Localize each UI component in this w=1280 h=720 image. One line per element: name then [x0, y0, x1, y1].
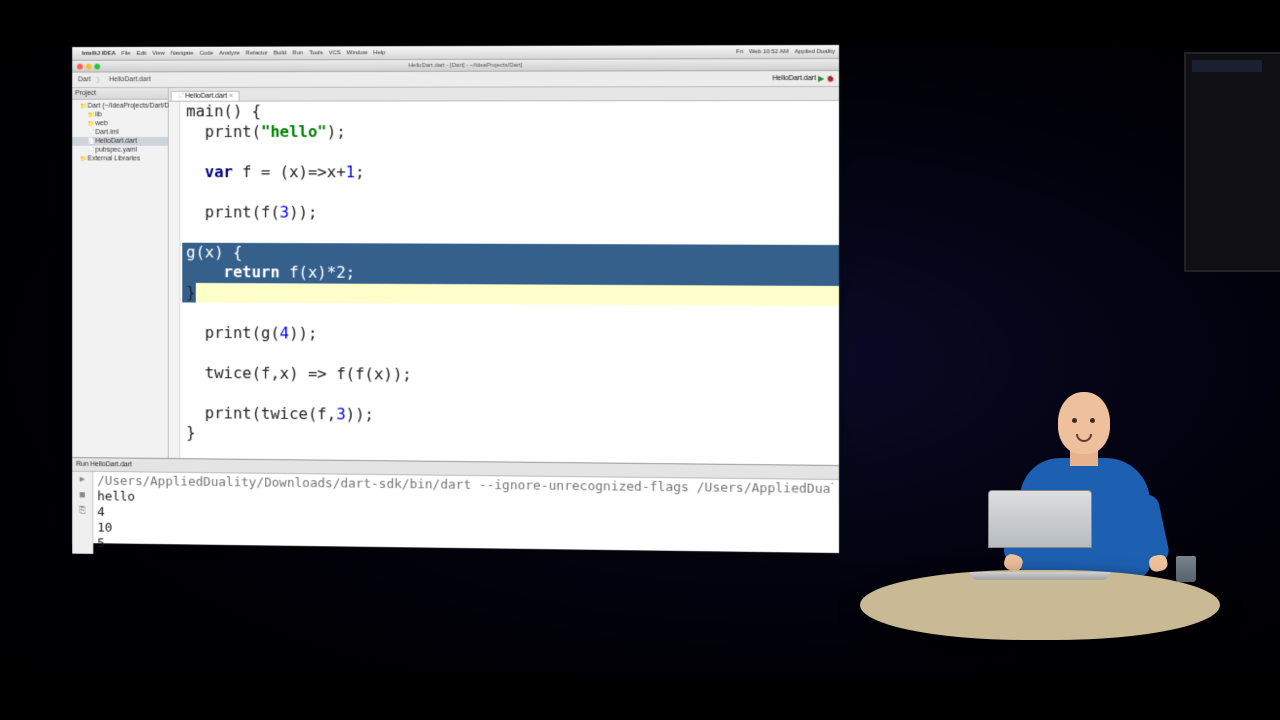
menu-refactor[interactable]: Refactor: [246, 50, 268, 56]
side-monitor: [1184, 52, 1280, 272]
pin-icon[interactable]: ⎘: [72, 503, 92, 519]
folder-icon: [88, 112, 96, 119]
tab-hellodart[interactable]: HelloDart.dart ×: [171, 91, 240, 101]
file-icon: [88, 129, 96, 136]
folder-icon: [80, 155, 88, 162]
desk: [860, 570, 1220, 640]
run-config-selector[interactable]: HelloDart.dart: [772, 75, 815, 82]
folder-icon: [88, 120, 96, 127]
menu-analyze[interactable]: Analyze: [219, 50, 240, 56]
menu-code[interactable]: Code: [199, 50, 213, 56]
project-panel-title: Project: [75, 90, 96, 97]
folder-icon: [80, 103, 88, 110]
run-panel-title: Run HelloDart.dart: [76, 457, 132, 473]
code-line[interactable]: g(x) {: [182, 242, 839, 265]
code-line[interactable]: [182, 222, 839, 244]
menu-view[interactable]: View: [152, 50, 164, 56]
navigation-bar[interactable]: Dart 〉 HelloDart.dart HelloDart.dart ▶ 🐞: [72, 71, 839, 88]
rerun-icon[interactable]: ▶: [72, 472, 92, 488]
code-line[interactable]: main() {: [182, 101, 839, 122]
menubar-day: Fri: [736, 49, 743, 55]
menu-tools[interactable]: Tools: [309, 50, 323, 56]
project-item-web[interactable]: web: [72, 119, 168, 128]
app-name[interactable]: IntelliJ IDEA: [82, 50, 116, 56]
close-icon[interactable]: [77, 63, 83, 69]
code-line[interactable]: print("hello");: [182, 122, 839, 142]
code-line[interactable]: [182, 182, 839, 204]
menubar-user: Applied Duality: [795, 49, 835, 55]
project-item-external-libraries[interactable]: External Libraries: [72, 154, 168, 163]
editor-tabs[interactable]: HelloDart.dart ×: [169, 87, 839, 102]
window-title: HelloDart.dart - [Dart] - ~/IdeaProjects…: [100, 62, 839, 70]
menu-vcs[interactable]: VCS: [329, 50, 341, 56]
breadcrumb-file[interactable]: HelloDart.dart: [107, 76, 153, 83]
window-controls[interactable]: [72, 63, 100, 69]
file-icon: [88, 147, 96, 154]
close-tab-icon[interactable]: ×: [229, 93, 233, 100]
water-glass: [1176, 556, 1196, 582]
chevron-right-icon: 〉: [97, 75, 104, 85]
menu-file[interactable]: File: [121, 50, 130, 56]
code-line[interactable]: print(f(3));: [182, 202, 839, 224]
file-icon: [88, 138, 96, 145]
run-tool-window[interactable]: Run HelloDart.dart ▶ ■ ⎘ /Users/AppliedD…: [72, 457, 839, 553]
menu-run[interactable]: Run: [292, 50, 303, 56]
presenter-area: [860, 380, 1220, 640]
editor-pane[interactable]: HelloDart.dart × main() { print("hello")…: [169, 87, 839, 465]
menu-edit[interactable]: Edit: [137, 50, 147, 56]
menu-build[interactable]: Build: [274, 50, 287, 56]
code-line[interactable]: return f(x)*2;: [182, 262, 839, 285]
project-tool-window[interactable]: Project Dart (~/IdeaProjects/Dart/Dart) …: [72, 88, 168, 458]
debug-icon[interactable]: 🐞: [826, 75, 835, 83]
project-panel-header[interactable]: Project: [72, 88, 168, 100]
minimize-icon[interactable]: [86, 63, 92, 69]
code-line[interactable]: var f = (x)=>x+1;: [182, 162, 839, 183]
code-line[interactable]: [182, 142, 839, 163]
code-editor[interactable]: main() { print("hello"); var f = (x)=>x+…: [169, 101, 839, 465]
run-gutter[interactable]: ▶ ■ ⎘: [72, 472, 93, 554]
stop-icon[interactable]: ■: [72, 487, 92, 503]
menu-help[interactable]: Help: [373, 50, 385, 56]
editor-gutter[interactable]: [169, 102, 181, 458]
apple-logo-icon: [1030, 512, 1044, 528]
project-item-pubspec-yaml[interactable]: pubspec.yaml: [72, 146, 168, 155]
menubar-time: Web 10:52 AM: [749, 49, 788, 55]
ide-projection: IntelliJ IDEA File Edit View Navigate Co…: [60, 44, 840, 554]
breadcrumb-root[interactable]: Dart: [76, 76, 93, 83]
dart-file-icon: [177, 93, 185, 100]
menu-window[interactable]: Window: [347, 50, 368, 56]
run-icon[interactable]: ▶: [818, 74, 824, 83]
laptop: [970, 490, 1110, 580]
project-item-dart-iml[interactable]: Dart.iml: [72, 128, 168, 137]
menu-navigate[interactable]: Navigate: [171, 50, 194, 56]
project-item-hellodart-dart[interactable]: HelloDart.dart: [72, 137, 168, 146]
project-item-lib[interactable]: lib: [72, 111, 168, 120]
intellij-window[interactable]: IntelliJ IDEA File Edit View Navigate Co…: [71, 44, 840, 554]
project-root[interactable]: Dart (~/IdeaProjects/Dart/Dart): [72, 102, 168, 111]
